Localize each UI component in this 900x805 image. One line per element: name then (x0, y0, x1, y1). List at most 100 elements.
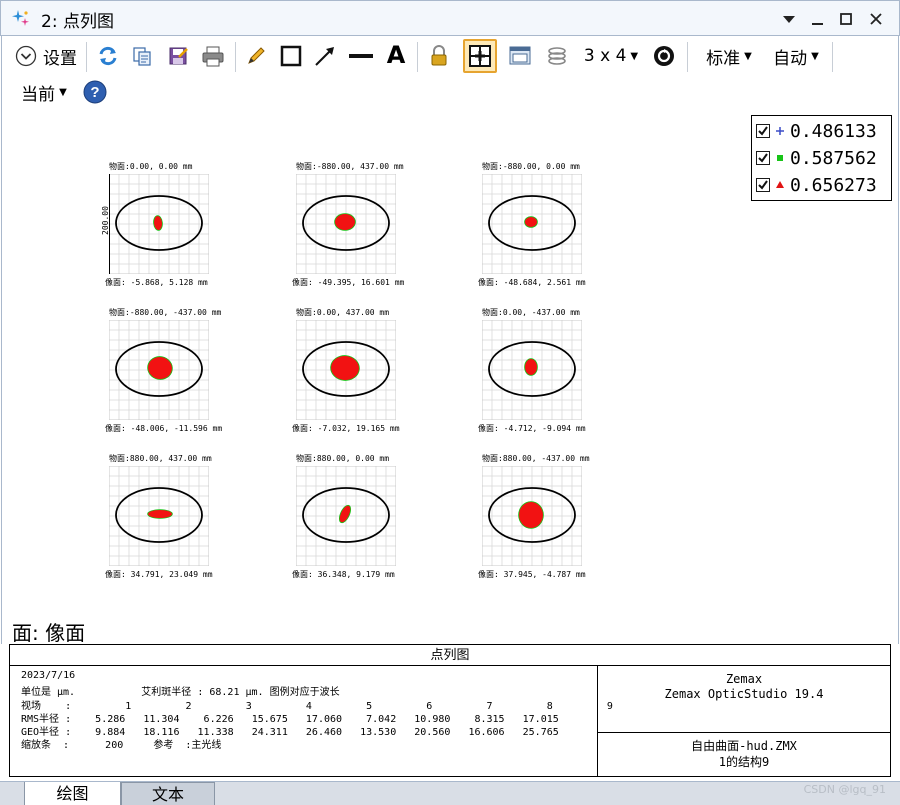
spot-plot (296, 174, 396, 274)
spot-red (525, 217, 537, 227)
standard-dropdown[interactable]: 标准 ▼ (699, 41, 759, 71)
title-bar: 2: 点列图 (0, 0, 900, 36)
toolbar-divider (832, 42, 833, 72)
checkbox-checked-icon[interactable] (756, 178, 770, 192)
chevron-circle-down-icon (15, 45, 37, 67)
spot-image-label: 像面: -5.868, 5.128 mm (105, 278, 208, 287)
layers-icon[interactable] (542, 41, 572, 71)
standard-label: 标准 (706, 48, 741, 69)
legend-wavelength: 0.587562 (790, 147, 877, 169)
info-units-line: 单位是 μm. 艾利斑半径 : 68.21 μm. 图例对应于波长 (21, 687, 340, 698)
info-company: Zemax (725, 672, 763, 686)
chevron-down-icon: ▼ (811, 50, 819, 62)
wavelength-legend: 0.486133 0.587562 0.656273 (751, 115, 892, 201)
spot-red (525, 359, 537, 375)
spot-field-label: 物面:0.00, 0.00 mm (109, 162, 193, 171)
spot-red (519, 502, 543, 528)
spot-plot (109, 320, 209, 420)
spot-plot (109, 466, 209, 566)
info-table: 点列图 2023/7/16 单位是 μm. 艾利斑半径 : 68.21 μm. … (9, 644, 891, 777)
spot-diagram: 物面:-880.00, 0.00 mm 像面: -48.684, 2.561 mm (472, 162, 592, 289)
refresh-icon[interactable] (94, 41, 122, 71)
info-date: 2023/7/16 (21, 670, 76, 681)
lock-icon[interactable] (425, 41, 453, 71)
print-icon[interactable] (198, 41, 228, 71)
spot-plot (482, 174, 582, 274)
rectangle-tool-icon[interactable] (277, 41, 305, 71)
spot-image-label: 像面: -48.006, -11.596 mm (105, 424, 223, 433)
window-title: 2: 点列图 (41, 12, 114, 32)
save-icon[interactable] (164, 41, 192, 71)
chevron-down-icon: ▼ (630, 50, 639, 62)
spot-diagram: 物面:-880.00, 437.00 mm 像面: -49.395, 16.601… (286, 162, 406, 289)
tab-bar: 绘图 文本 (0, 781, 900, 805)
info-config: 1的结构9 (718, 755, 770, 769)
spot-diagram: 物面:0.00, 437.00 mm 像面: -7.032, 19.165 mm (286, 308, 406, 435)
spot-plot (482, 466, 582, 566)
sparkle-app-icon (12, 10, 29, 26)
window-menu-dropdown-icon[interactable] (776, 6, 802, 32)
spot-red (335, 214, 355, 230)
legend-wavelength: 0.486133 (790, 120, 877, 142)
settings-label: 设置 (43, 48, 77, 69)
layout-dropdown[interactable]: 3 x 4 ▼ (580, 41, 642, 71)
spot-red (148, 510, 172, 518)
copy-icon[interactable] (128, 41, 156, 71)
spot-field-label: 物面:880.00, -437.00 mm (482, 454, 590, 463)
text-tool-button[interactable]: A (382, 40, 410, 70)
window-layout-icon[interactable] (505, 41, 535, 71)
checkbox-checked-icon[interactable] (756, 124, 770, 138)
layout-label: 3 x 4 (583, 46, 627, 66)
spot-image-label: 像面: 37.945, -4.787 mm (478, 570, 586, 579)
info-header: 点列图 (10, 645, 890, 666)
checkbox-checked-icon[interactable] (756, 151, 770, 165)
toolbar: 设置 A 3 x 4 ▼ 标准 ▼ 自动 ▼ 当前 ▼ ? (1, 36, 899, 112)
spot-field-label: 物面:-880.00, -437.00 mm (109, 308, 222, 317)
grid-toggle-icon[interactable] (463, 39, 497, 73)
svg-text:?: ? (90, 84, 99, 101)
tab-text[interactable]: 文本 (121, 782, 215, 805)
plus-marker-icon (776, 127, 784, 135)
spot-plot (296, 466, 396, 566)
settings-button[interactable]: 设置 (10, 41, 82, 71)
chevron-down-icon: ▼ (59, 86, 67, 98)
spot-diagram: 物面:0.00, -437.00 mm 像面: -4.712, -9.094 mm (472, 308, 592, 435)
close-icon[interactable] (863, 6, 889, 32)
spot-image-label: 像面: -7.032, 19.165 mm (292, 424, 400, 433)
info-scale-line: 缩放条 : 200 参考 :主光线 (21, 740, 222, 751)
info-file: 自由曲面-hud.ZMX (691, 739, 797, 753)
spot-diagram: 物面:880.00, 437.00 mm 像面: 34.791, 23.049 m… (99, 454, 219, 581)
spot-field-label: 物面:0.00, 437.00 mm (296, 308, 390, 317)
surface-label: 面: 像面 (12, 621, 86, 645)
legend-row: 0.587562 (756, 146, 877, 170)
legend-row: 0.486133 (756, 119, 877, 143)
spot-image-label: 像面: 36.348, 9.179 mm (292, 570, 395, 579)
arrow-tool-icon[interactable] (311, 41, 339, 71)
toolbar-divider (86, 42, 87, 72)
current-dropdown[interactable]: 当前 ▼ (14, 77, 74, 107)
tab-plot[interactable]: 绘图 (24, 782, 121, 805)
toolbar-divider (235, 42, 236, 72)
spot-field-label: 物面:-880.00, 0.00 mm (482, 162, 580, 171)
spot-image-label: 像面: -48.684, 2.561 mm (478, 278, 586, 287)
spot-red (148, 356, 172, 380)
spot-plot (482, 320, 582, 420)
square-marker-icon (777, 155, 783, 161)
minimize-icon[interactable] (804, 6, 830, 32)
watermark: CSDN @lgq_91 (803, 783, 886, 796)
spot-plot (109, 174, 209, 274)
legend-wavelength: 0.656273 (790, 174, 877, 196)
auto-dropdown[interactable]: 自动 ▼ (766, 41, 826, 71)
spot-diagram: 物面:0.00, 0.00 mm 200.00 像面: -5.868, 5.128 … (99, 162, 219, 289)
pencil-icon[interactable] (242, 41, 270, 71)
auto-label: 自动 (773, 48, 808, 69)
spot-field-label: 物面:0.00, -437.00 mm (482, 308, 580, 317)
chevron-down-icon: ▼ (744, 50, 752, 62)
spot-plot (296, 320, 396, 420)
spot-field-label: 物面:880.00, 437.00 mm (109, 454, 212, 463)
line-tool-icon[interactable] (346, 41, 376, 71)
info-divider (598, 732, 890, 733)
help-icon[interactable]: ? (81, 77, 109, 107)
refresh-cycle-icon[interactable] (649, 41, 679, 71)
maximize-icon[interactable] (833, 6, 859, 32)
